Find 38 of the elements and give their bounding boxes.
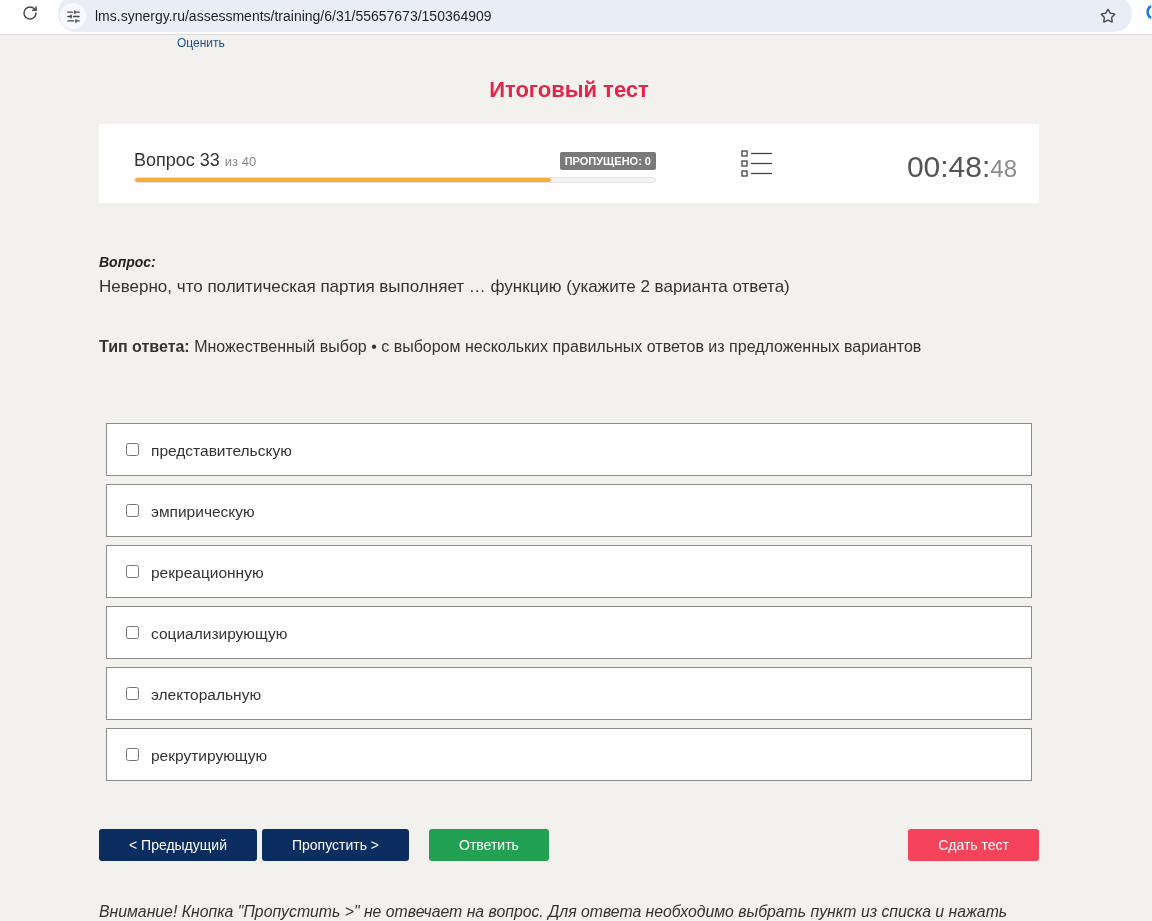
checkbox[interactable]: [126, 687, 139, 700]
answer-option[interactable]: рекрутирующую: [106, 728, 1032, 781]
reload-icon[interactable]: [22, 5, 38, 21]
option-text: социализирующую: [151, 625, 288, 643]
answer-option[interactable]: рекреационную: [106, 545, 1032, 598]
option-text: электоральную: [151, 686, 262, 704]
answer-option[interactable]: электоральную: [106, 667, 1032, 720]
tune-icon[interactable]: [65, 8, 81, 24]
question-counter: Вопрос 33 из 40: [134, 148, 257, 172]
answer-option[interactable]: эмпирическую: [106, 484, 1032, 537]
nav-button[interactable]: < Предыдущий: [99, 829, 257, 861]
checkbox[interactable]: [126, 748, 139, 761]
option-text: рекрутирующую: [151, 747, 268, 765]
nav-button[interactable]: Пропустить >: [261, 829, 409, 861]
timer-text: 00:48:48: [906, 149, 1017, 184]
list-icon[interactable]: [741, 150, 772, 177]
rate-link[interactable]: Оценить: [177, 36, 225, 50]
question-text: Неверно, что политическая партия выполняет … функцию (укажите 2 варианта ответа): [99, 276, 791, 298]
checkbox[interactable]: [126, 565, 139, 578]
notice-text: Внимание! Кнопка "Пропустить >" не отвечает на вопрос. Для ответа необходимо выбрать пункт из списка и нажать: [99, 902, 1009, 921]
skipped-badge: ПРОПУЩЕНО: 0: [559, 151, 656, 170]
answer-option[interactable]: социализирующую: [106, 606, 1032, 659]
checkbox[interactable]: [126, 626, 139, 639]
finish-test-button[interactable]: Сдать тест: [908, 829, 1039, 861]
answer-type-text: Тип ответа: Множественный выбор • с выбором нескольких правильных ответов из предложенных вариантов: [99, 337, 923, 357]
arc-icon[interactable]: [1146, 4, 1152, 20]
question-label: Вопрос:: [99, 253, 157, 272]
page-title: Итоговый тест: [488, 77, 650, 103]
site-info-button[interactable]: [60, 3, 86, 29]
answer-option[interactable]: представительскую: [106, 423, 1032, 476]
star-icon[interactable]: [1100, 8, 1116, 24]
option-text: эмпирическую: [151, 503, 255, 521]
option-text: рекреационную: [151, 564, 264, 582]
address-bar[interactable]: lms.synergy.ru/assessments/training/6/31/55657673/150364909: [58, 0, 1132, 32]
option-text: представительскую: [151, 442, 292, 460]
checkbox[interactable]: [126, 443, 139, 456]
checkbox[interactable]: [126, 504, 139, 517]
url-text[interactable]: lms.synergy.ru/assessments/training/6/31/55657673/150364909: [95, 8, 492, 24]
